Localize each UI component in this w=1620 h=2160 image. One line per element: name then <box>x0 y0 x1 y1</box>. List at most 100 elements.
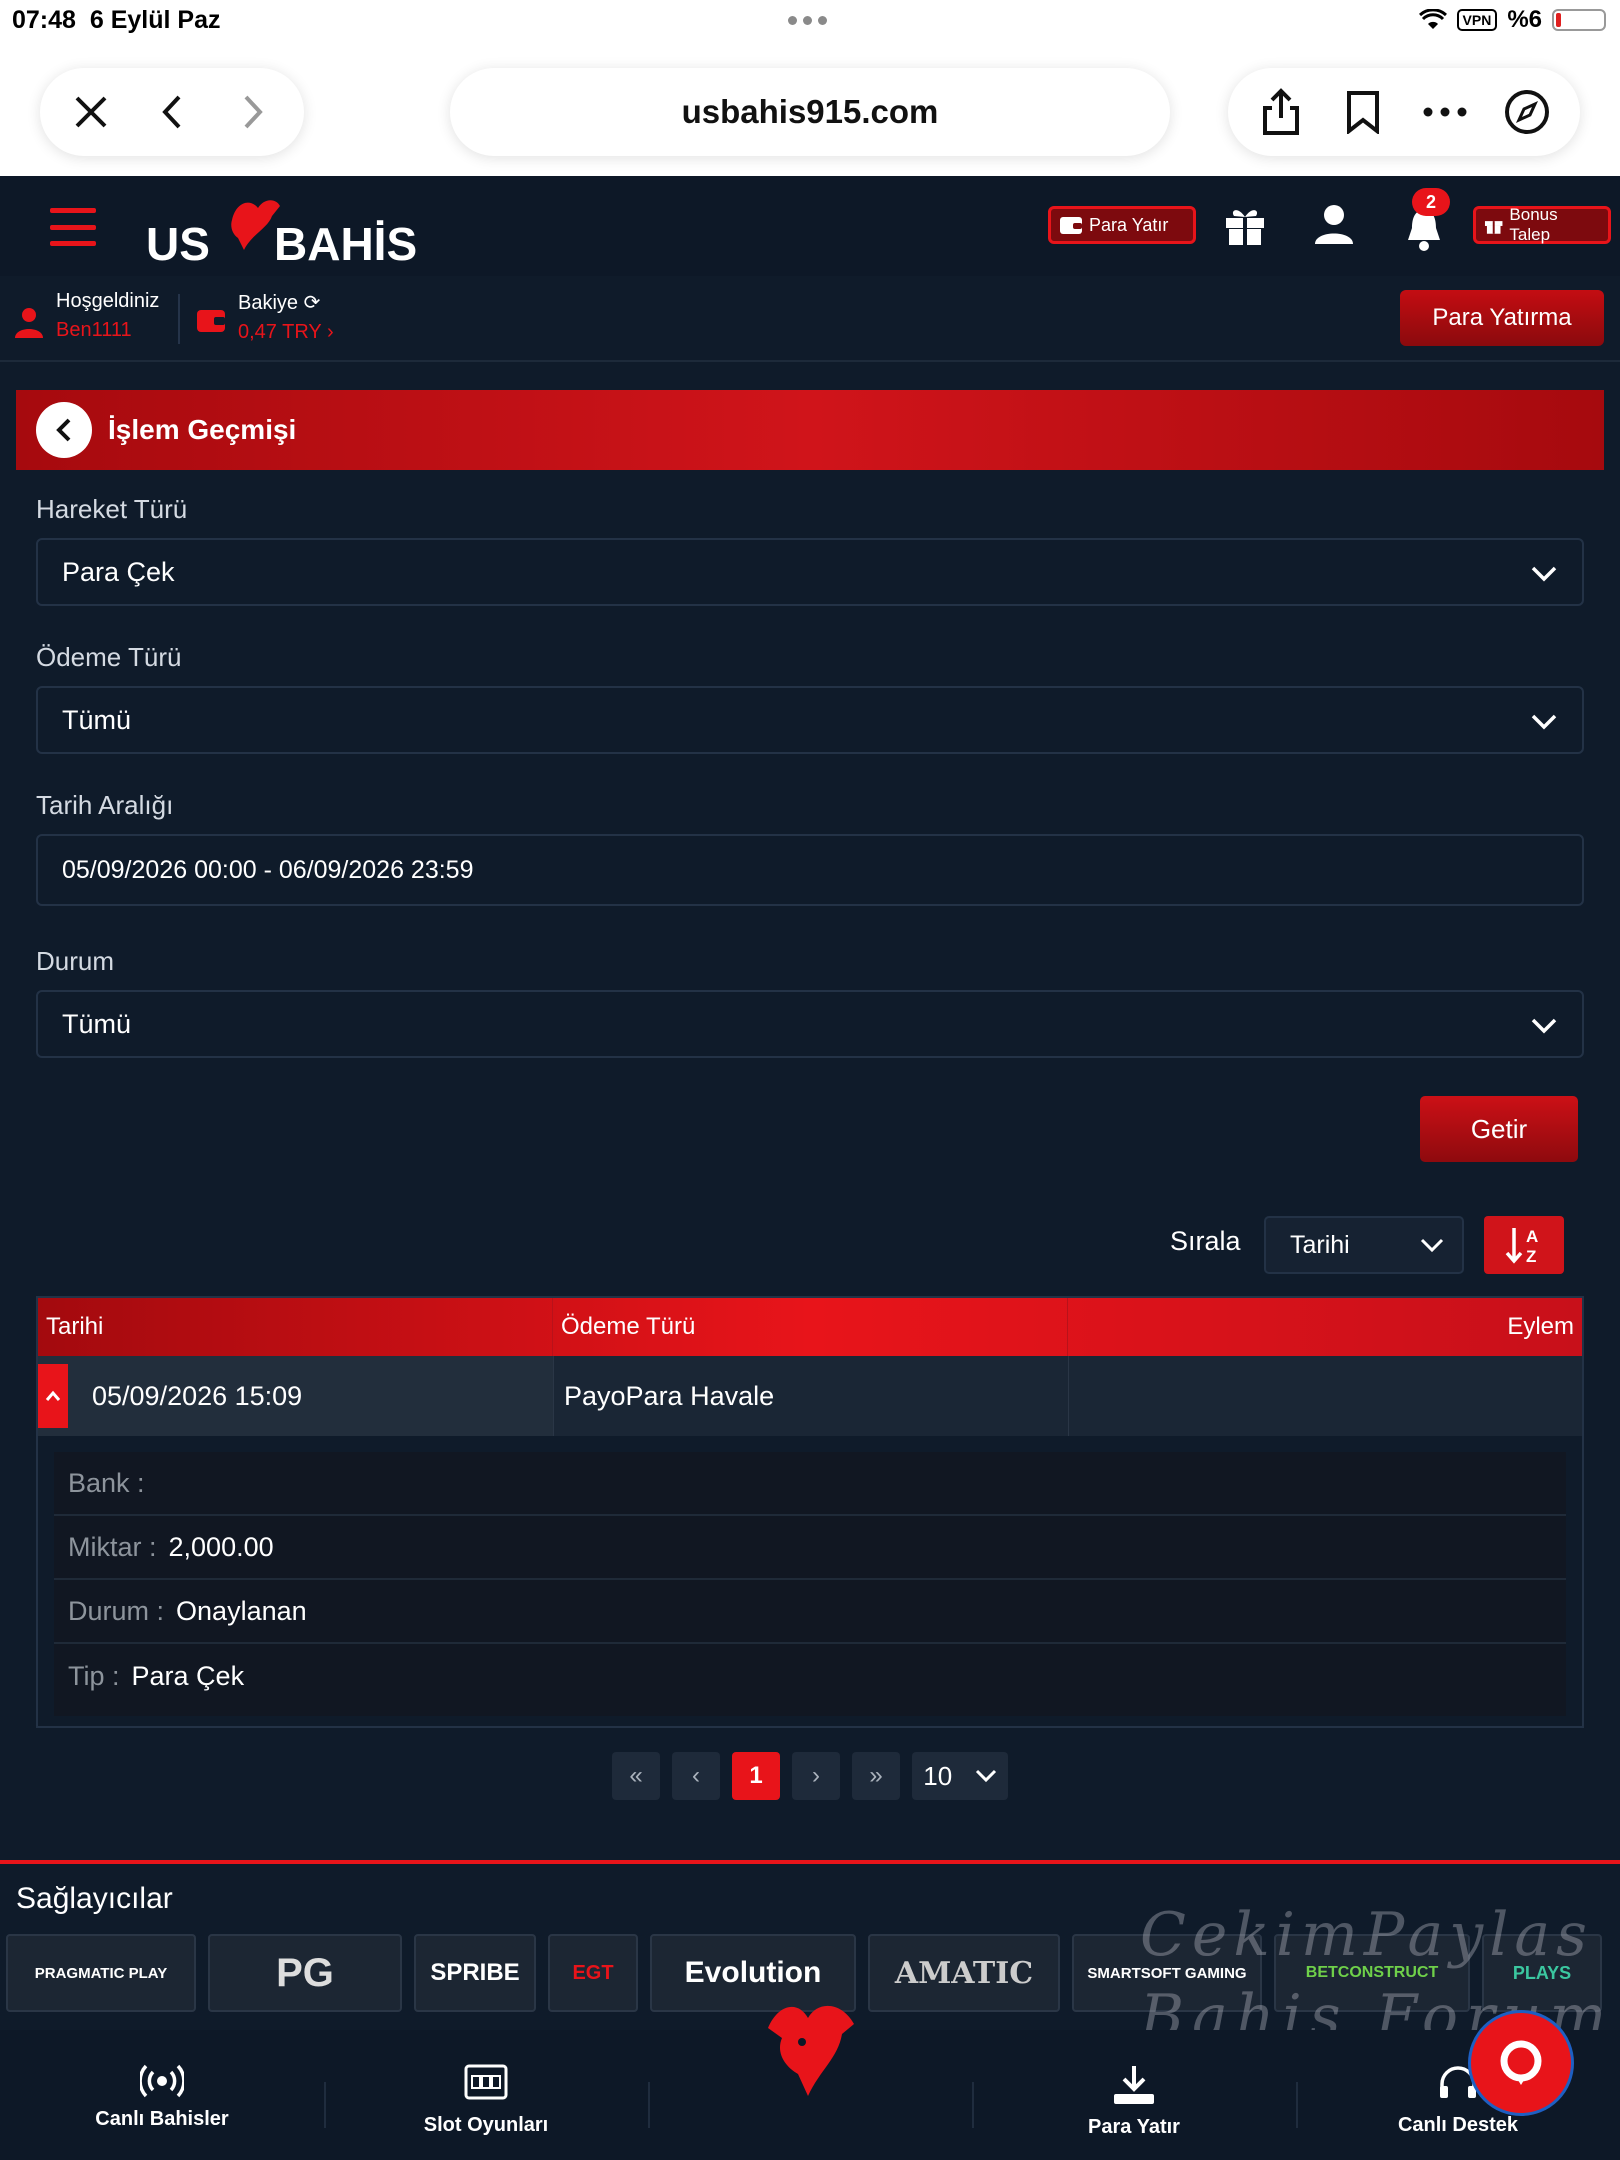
detail-key: Bank : <box>68 1467 145 1498</box>
sort-value: Tarihi <box>1290 1230 1350 1259</box>
next-page-button[interactable]: › <box>792 1752 840 1800</box>
svg-text:US: US <box>146 218 210 266</box>
provider-logo[interactable]: EGT <box>548 1934 638 2012</box>
detail-bank: Bank : <box>54 1452 1566 1516</box>
divider <box>648 2082 650 2128</box>
wifi-icon <box>1418 9 1447 29</box>
battery-icon <box>1552 9 1606 31</box>
date-range-label: Tarih Aralığı <box>36 790 174 820</box>
bonus-request-label: Bonus Talep <box>1509 205 1558 244</box>
collapse-row-button[interactable] <box>38 1364 68 1428</box>
browser-actions-group <box>1228 68 1580 156</box>
nav-deposit[interactable]: Para Yatır <box>1014 2064 1254 2139</box>
provider-logo[interactable]: AMATIC <box>868 1934 1060 2012</box>
sort-label: Sırala <box>1170 1226 1241 1256</box>
column-header-payment[interactable]: Ödeme Türü <box>553 1298 1068 1356</box>
back-button[interactable] <box>36 402 92 458</box>
status-label: Durum <box>36 946 115 976</box>
detail-type: Tip : Para Çek <box>54 1644 1566 1708</box>
page-size-value: 10 <box>923 1760 953 1791</box>
browser-toolbar: usbahis915.com <box>0 40 1620 176</box>
back-arrow-icon[interactable] <box>146 86 198 138</box>
prev-page-button[interactable]: ‹ <box>672 1752 720 1800</box>
divider <box>972 2082 974 2128</box>
chevron-down-icon <box>975 1769 996 1783</box>
forward-arrow-icon[interactable] <box>227 86 279 138</box>
broadcast-icon <box>140 2064 184 2098</box>
row-action <box>1068 1356 1582 1436</box>
balance-label: Bakiye <box>238 292 299 314</box>
movement-type-label: Hareket Türü <box>36 494 188 524</box>
battery-level: %6 <box>1507 6 1542 33</box>
site-logo[interactable]: US BAHİS <box>146 194 456 266</box>
chevron-down-icon <box>1420 1238 1444 1253</box>
divider <box>324 2082 326 2128</box>
page-1-button[interactable]: 1 <box>732 1752 780 1800</box>
divider <box>1296 2082 1298 2128</box>
chevron-right-icon: › <box>326 321 334 343</box>
transactions-table: Tarihi Ödeme Türü Eylem 05/09/2026 15:09… <box>36 1296 1584 1728</box>
url-text: usbahis915.com <box>681 93 939 130</box>
close-icon[interactable] <box>65 86 117 138</box>
provider-logo[interactable]: PG <box>208 1934 402 2012</box>
providers-title: Sağlayıcılar <box>16 1882 173 1915</box>
date-range-value: 05/09/2026 00:00 - 06/09/2026 23:59 <box>62 855 474 884</box>
chevron-down-icon <box>1531 566 1557 582</box>
bonus-request-button[interactable]: Bonus Talep <box>1473 205 1611 244</box>
multitask-dots[interactable] <box>788 16 827 25</box>
balance-value: 0,47 TRY <box>238 321 322 343</box>
detail-key: Tip : <box>68 1660 120 1691</box>
detail-amount: Miktar : 2,000.00 <box>54 1516 1566 1580</box>
fetch-button[interactable]: Getir <box>1420 1096 1578 1162</box>
bull-logo-icon[interactable] <box>758 2000 868 2100</box>
download-icon <box>1114 2066 1154 2104</box>
username: Ben1111 <box>56 319 132 341</box>
date-range-input[interactable]: 05/09/2026 00:00 - 06/09/2026 23:59 <box>36 834 1584 906</box>
deposit-cta-button[interactable]: Para Yatırma <box>1400 290 1604 346</box>
column-header-date[interactable]: Tarihi <box>38 1298 553 1356</box>
account-bar: Hoşgeldiniz Ben1111 Bakiye ⟳ 0,47 TRY › … <box>0 276 1620 362</box>
transaction-history-panel: İşlem Geçmişi Hareket Türü Para Çek Ödem… <box>16 390 1604 1846</box>
share-icon[interactable] <box>1255 86 1307 138</box>
chevron-down-icon <box>1531 1018 1557 1034</box>
header-deposit-button[interactable]: Para Yatır <box>1048 206 1196 244</box>
status-value: Tümü <box>62 1008 132 1039</box>
detail-value: 2,000.00 <box>168 1531 274 1562</box>
sort-select[interactable]: Tarihi <box>1264 1216 1464 1274</box>
page-size-select[interactable]: 10 <box>912 1752 1008 1800</box>
last-page-button[interactable]: » <box>852 1752 900 1800</box>
first-page-button[interactable]: « <box>612 1752 660 1800</box>
bookmark-icon[interactable] <box>1337 86 1389 138</box>
provider-logo[interactable]: PRAGMATIC PLAY <box>6 1934 196 2012</box>
movement-type-value: Para Çek <box>62 556 175 587</box>
url-bar[interactable]: usbahis915.com <box>450 68 1170 156</box>
user-icon[interactable] <box>1312 202 1356 246</box>
provider-logo[interactable]: SPRIBE <box>414 1934 536 2012</box>
gift-icon[interactable] <box>1222 202 1268 248</box>
payment-type-label: Ödeme Türü <box>36 642 182 672</box>
support-chat-button[interactable] <box>1468 2010 1574 2116</box>
nav-label: Canlı Destek <box>1397 2114 1519 2136</box>
refresh-icon[interactable]: ⟳ <box>304 292 321 314</box>
column-header-action: Eylem <box>1507 1313 1574 1340</box>
table-row[interactable]: 05/09/2026 15:09 PayoPara Havale <box>38 1356 1582 1436</box>
nav-live-bets[interactable]: Canlı Bahisler <box>42 2064 282 2131</box>
back-arrow-icon <box>56 418 71 442</box>
sort-direction-button[interactable]: AZ <box>1484 1216 1564 1274</box>
welcome-label: Hoşgeldiniz <box>56 290 160 312</box>
payment-type-select[interactable]: Tümü <box>36 686 1584 754</box>
nav-slots[interactable]: Slot Oyunları <box>366 2064 606 2137</box>
movement-type-select[interactable]: Para Çek <box>36 538 1584 606</box>
status-bar: 07:48 6 Eylül Paz VPN %6 <box>0 0 1620 40</box>
welcome-block[interactable]: Hoşgeldiniz Ben1111 <box>14 290 159 342</box>
balance-block[interactable]: Bakiye ⟳ 0,47 TRY › <box>196 290 334 344</box>
more-icon[interactable] <box>1419 86 1471 138</box>
menu-icon[interactable] <box>50 208 96 246</box>
chevron-down-icon <box>1531 714 1557 730</box>
detail-status: Durum : Onaylanan <box>54 1580 1566 1644</box>
sort-az-icon: AZ <box>1505 1227 1538 1266</box>
status-select[interactable]: Tümü <box>36 990 1584 1058</box>
panel-header: İşlem Geçmişi <box>16 390 1604 470</box>
compass-icon[interactable] <box>1501 86 1553 138</box>
detail-value: Para Çek <box>131 1660 245 1691</box>
